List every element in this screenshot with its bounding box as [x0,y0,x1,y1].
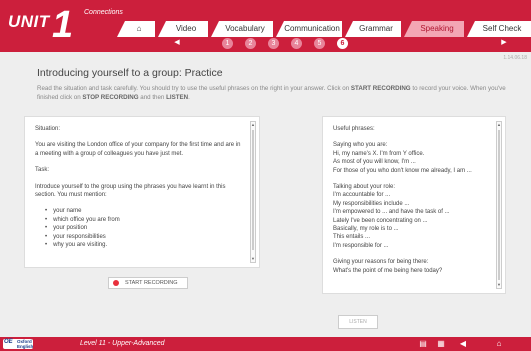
step-4[interactable]: 4 [291,38,302,49]
start-recording-button[interactable]: START RECORDING [108,277,188,289]
tab-communication[interactable]: Communication [276,21,342,37]
instructions: Read the situation and task carefully. Y… [37,85,506,101]
step-6[interactable]: 6 [337,38,348,49]
useful-phrases-panel: Useful phrases: Saying who you are: Hi, … [322,116,506,294]
scroll-thumb[interactable] [252,130,254,250]
tab-vocabulary[interactable]: Vocabulary [211,21,273,37]
scroll-up-icon[interactable]: ▲ [251,122,255,128]
step-1[interactable]: 1 [222,38,233,49]
step-3[interactable]: 3 [268,38,279,49]
step-2[interactable]: 2 [245,38,256,49]
record-icon [113,280,119,286]
tab-home[interactable]: ⌂ [117,21,155,37]
document-icon[interactable]: ▦ [436,339,446,349]
next-arrow-icon[interactable]: ▶ [499,38,509,48]
tab-grammar[interactable]: Grammar [345,21,401,37]
home-icon: ⌂ [136,24,142,33]
situation-text: You are visiting the London office of yo… [35,142,241,157]
unit-label: UNIT [8,12,50,31]
list-item: your position [45,224,245,232]
task-text: Introduce yourself to the group using th… [35,183,226,199]
book-icon[interactable]: ▤ [418,339,428,349]
phrase-group: Saying who you are: Hi, my name's X. I'm… [333,142,472,174]
page-counter: 1.14.06.18 [503,55,527,61]
oxford-english-logo: OE Oxford English [3,339,34,349]
phrase-group: Giving your reasons for being there: Wha… [333,259,443,274]
home-icon[interactable]: ⌂ [494,339,504,349]
header-bar: UNIT 1 Connections ⌂ Video Vocabulary Co… [0,0,531,52]
prev-arrow-icon[interactable]: ◀ [172,38,182,48]
footer-bar: OE Oxford English Level 11 - Upper-Advanc… [0,337,531,351]
list-item: which office you are from [45,216,245,224]
listen-button[interactable]: LISTEN [338,315,378,329]
situation-heading: Situation: [35,126,61,132]
left-scrollbar[interactable]: ▲ ▼ [250,121,256,263]
level-label: Level 11 - Upper-Advanced [80,340,165,347]
unit-number: 1 [52,4,74,46]
tab-speaking[interactable]: Speaking [404,21,464,37]
page-title: Introducing yourself to a group: Practic… [37,67,223,79]
scroll-down-icon[interactable]: ▼ [497,282,501,288]
phrases-heading: Useful phrases: [333,126,375,132]
list-item: your name [45,207,245,215]
step-5[interactable]: 5 [314,38,325,49]
phrase-group: Talking about your role: I'm accountable… [333,184,450,249]
section-title: Connections [84,9,123,16]
start-recording-label: START RECORDING [125,280,178,286]
right-scrollbar[interactable]: ▲ ▼ [496,121,502,289]
situation-panel: Situation: You are visiting the London o… [24,116,260,268]
scroll-down-icon[interactable]: ▼ [251,256,255,262]
task-heading: Task: [35,167,50,174]
task-bullets: your name which office you are from your… [35,207,245,249]
scroll-up-icon[interactable]: ▲ [497,122,501,128]
tab-self-check[interactable]: Self Check [467,21,531,37]
list-item: your responsibilities [45,233,245,241]
volume-icon[interactable]: ◀ [458,339,468,349]
scroll-thumb[interactable] [498,130,500,280]
tab-video[interactable]: Video [158,21,208,37]
list-item: why you are visiting. [45,241,245,249]
